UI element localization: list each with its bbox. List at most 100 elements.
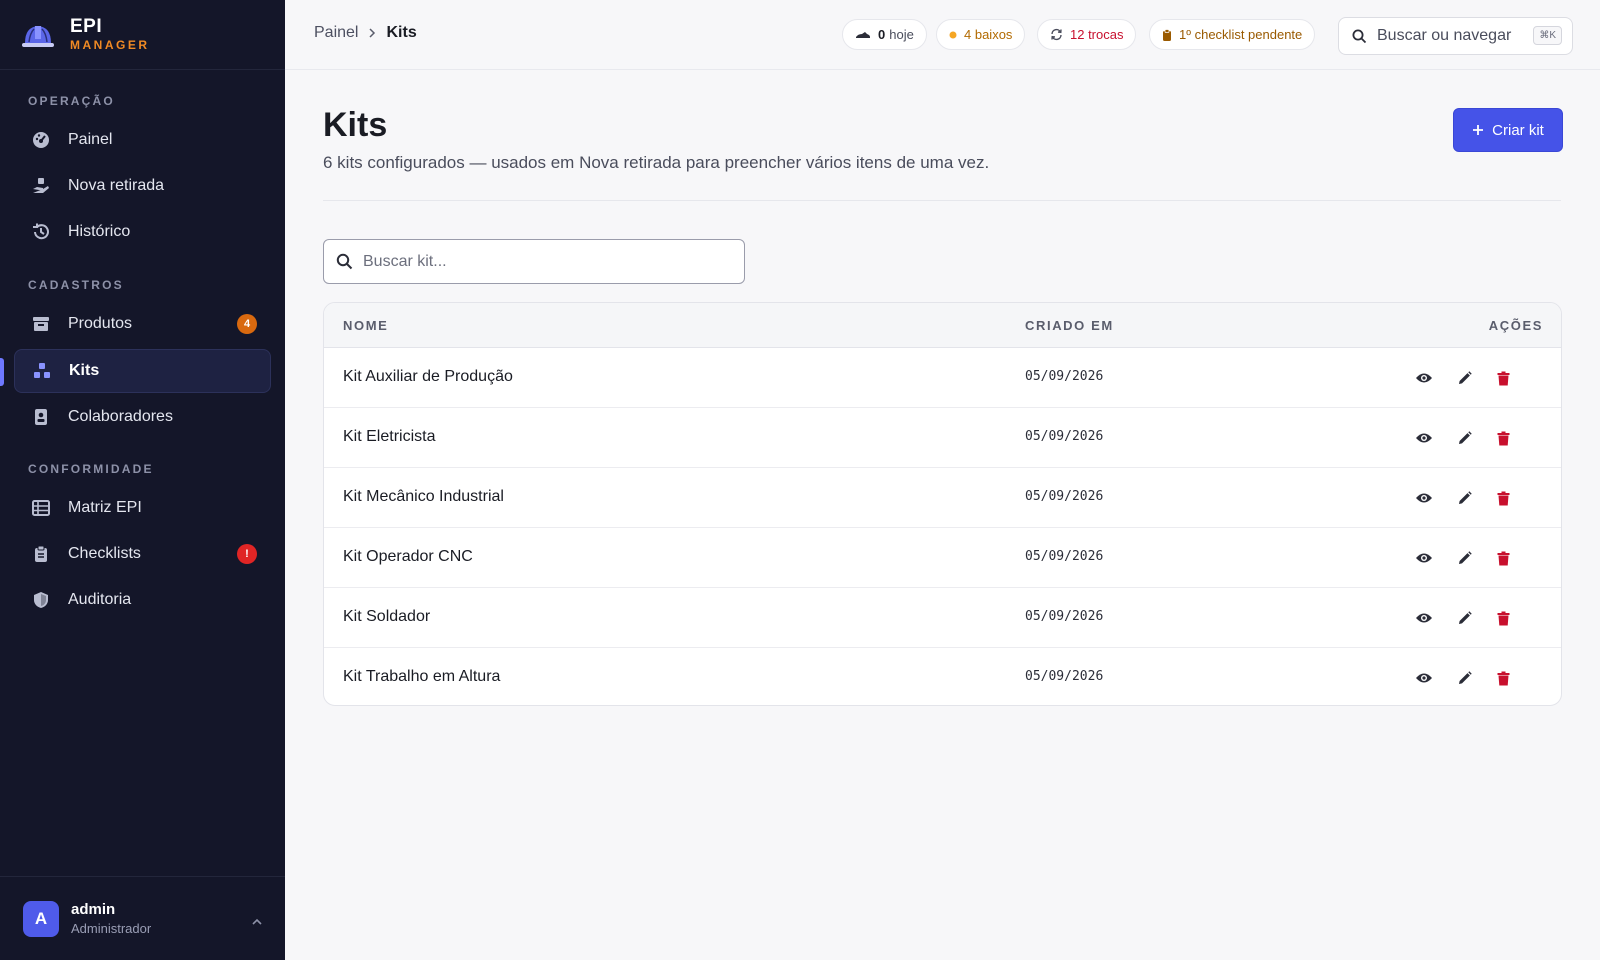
kit-name: Kit Eletricista: [343, 428, 436, 445]
today-count: 0: [878, 27, 886, 42]
column-header-name[interactable]: NOME: [343, 318, 388, 333]
view-icon[interactable]: [1414, 428, 1434, 448]
brand-name: EPI: [70, 15, 103, 37]
table-icon: [31, 498, 51, 518]
hardhat-logo-icon: [22, 25, 54, 47]
sidebar-item-matriz-epi[interactable]: Matriz EPI: [14, 486, 271, 530]
box-icon: [31, 314, 51, 334]
kit-search-box[interactable]: [323, 239, 745, 284]
sidebar-item-colaboradores[interactable]: Colaboradores: [14, 395, 271, 439]
kit-created-date: 05/09/2026: [1025, 549, 1104, 564]
active-indicator: [0, 358, 4, 386]
exchanges-chip[interactable]: 12 trocas: [1037, 19, 1137, 50]
topbar: Painel Kits 0 hoje 4 baixos 12 trocas 1º…: [285, 0, 1600, 70]
section-label-cadastros: CADASTROS: [28, 278, 124, 292]
clipboard-icon: [31, 544, 51, 564]
sidebar-item-painel[interactable]: Painel: [14, 118, 271, 162]
user-menu[interactable]: A admin Administrador: [0, 876, 285, 960]
kit-name: Kit Mecânico Industrial: [343, 488, 504, 505]
kit-search-input[interactable]: [363, 252, 723, 271]
table-header: NOME CRIADO EM AÇÕES: [324, 303, 1561, 348]
table-row[interactable]: Kit Soldador 05/09/2026: [324, 588, 1561, 648]
sidebar-item-label: Matriz EPI: [68, 499, 142, 516]
dashboard-icon: [31, 130, 51, 150]
sidebar-item-label: Nova retirada: [68, 177, 165, 194]
breadcrumb-home-link[interactable]: Painel: [314, 24, 358, 42]
edit-pencil-icon[interactable]: [1454, 548, 1474, 568]
breadcrumb-current: Kits: [386, 24, 417, 41]
edit-pencil-icon[interactable]: [1454, 428, 1474, 448]
create-kit-button[interactable]: Criar kit: [1453, 108, 1563, 152]
table-row[interactable]: Kit Trabalho em Altura 05/09/2026: [324, 648, 1561, 705]
chevron-up-icon[interactable]: [251, 913, 263, 931]
id-badge-icon: [31, 407, 51, 427]
kit-created-date: 05/09/2026: [1025, 609, 1104, 624]
sidebar-item-checklists[interactable]: Checklists !: [14, 532, 271, 576]
table-row[interactable]: Kit Operador CNC 05/09/2026: [324, 528, 1561, 588]
view-icon[interactable]: [1414, 548, 1434, 568]
edit-pencil-icon[interactable]: [1454, 488, 1474, 508]
sidebar-item-produtos[interactable]: Produtos 4: [14, 302, 271, 346]
view-icon[interactable]: [1414, 488, 1434, 508]
kit-created-date: 05/09/2026: [1025, 669, 1104, 684]
column-header-created[interactable]: CRIADO EM: [1025, 318, 1114, 333]
plus-icon: [1472, 124, 1484, 136]
sidebar-item-historico[interactable]: Histórico: [14, 210, 271, 254]
shoe-icon: [855, 30, 871, 40]
user-name: admin: [71, 901, 116, 918]
global-search-placeholder: Buscar ou navegar: [1377, 27, 1512, 44]
main-content: Kits 6 kits configurados — usados em Nov…: [285, 70, 1600, 960]
produtos-count-badge: 4: [237, 314, 257, 334]
page-title: Kits: [323, 106, 388, 144]
delete-trash-icon[interactable]: [1493, 668, 1513, 688]
today-label: hoje: [889, 27, 914, 42]
edit-pencil-icon[interactable]: [1454, 368, 1474, 388]
sidebar-item-kits[interactable]: Kits: [14, 349, 271, 393]
sidebar-item-label: Checklists: [68, 545, 141, 562]
brand-subtitle: MANAGER: [70, 37, 150, 52]
kits-table: NOME CRIADO EM AÇÕES Kit Auxiliar de Pro…: [323, 302, 1562, 706]
divider: [323, 200, 1561, 201]
sidebar-item-label: Histórico: [68, 223, 131, 240]
kit-created-date: 05/09/2026: [1025, 489, 1104, 504]
edit-pencil-icon[interactable]: [1454, 668, 1474, 688]
edit-pencil-icon[interactable]: [1454, 608, 1474, 628]
sidebar-item-label: Painel: [68, 131, 113, 148]
delete-trash-icon[interactable]: [1493, 548, 1513, 568]
sidebar: EPI MANAGER OPERAÇÃO Painel Nova retirad…: [0, 0, 285, 960]
table-row[interactable]: Kit Auxiliar de Produção 05/09/2026: [324, 348, 1561, 408]
kit-name: Kit Operador CNC: [343, 548, 473, 565]
view-icon[interactable]: [1414, 368, 1434, 388]
sidebar-item-label: Produtos: [68, 315, 133, 332]
checklist-pending-chip[interactable]: 1º checklist pendente: [1149, 19, 1316, 50]
chevron-right-icon: [368, 27, 376, 39]
avatar: A: [23, 900, 59, 937]
table-row[interactable]: Kit Mecânico Industrial 05/09/2026: [324, 468, 1561, 528]
sidebar-item-label: Kits: [69, 362, 100, 379]
sidebar-item-auditoria[interactable]: Auditoria: [14, 578, 271, 622]
history-icon: [31, 222, 51, 242]
view-icon[interactable]: [1414, 608, 1434, 628]
shortcut-hint: ⌘K: [1533, 26, 1562, 45]
delete-trash-icon[interactable]: [1493, 428, 1513, 448]
search-icon: [1352, 29, 1367, 44]
global-search[interactable]: Buscar ou navegar ⌘K: [1338, 17, 1573, 55]
sidebar-item-nova-retirada[interactable]: Nova retirada: [14, 164, 271, 208]
kit-created-date: 05/09/2026: [1025, 369, 1104, 384]
clipboard-icon: [1162, 28, 1172, 41]
column-header-actions: AÇÕES: [1488, 318, 1543, 333]
delete-trash-icon[interactable]: [1493, 488, 1513, 508]
today-withdrawals-chip[interactable]: 0 hoje: [842, 19, 927, 50]
checklists-alert-badge: !: [237, 544, 257, 564]
search-icon: [336, 253, 353, 270]
delete-trash-icon[interactable]: [1493, 608, 1513, 628]
user-role: Administrador: [71, 921, 152, 936]
low-stock-chip[interactable]: 4 baixos: [936, 19, 1026, 50]
brand[interactable]: EPI MANAGER: [0, 0, 285, 70]
delete-trash-icon[interactable]: [1493, 368, 1513, 388]
table-row[interactable]: Kit Eletricista 05/09/2026: [324, 408, 1561, 468]
kit-name: Kit Soldador: [343, 608, 431, 625]
kit-name: Kit Auxiliar de Produção: [343, 368, 513, 385]
view-icon[interactable]: [1414, 668, 1434, 688]
refresh-icon: [1050, 28, 1063, 41]
